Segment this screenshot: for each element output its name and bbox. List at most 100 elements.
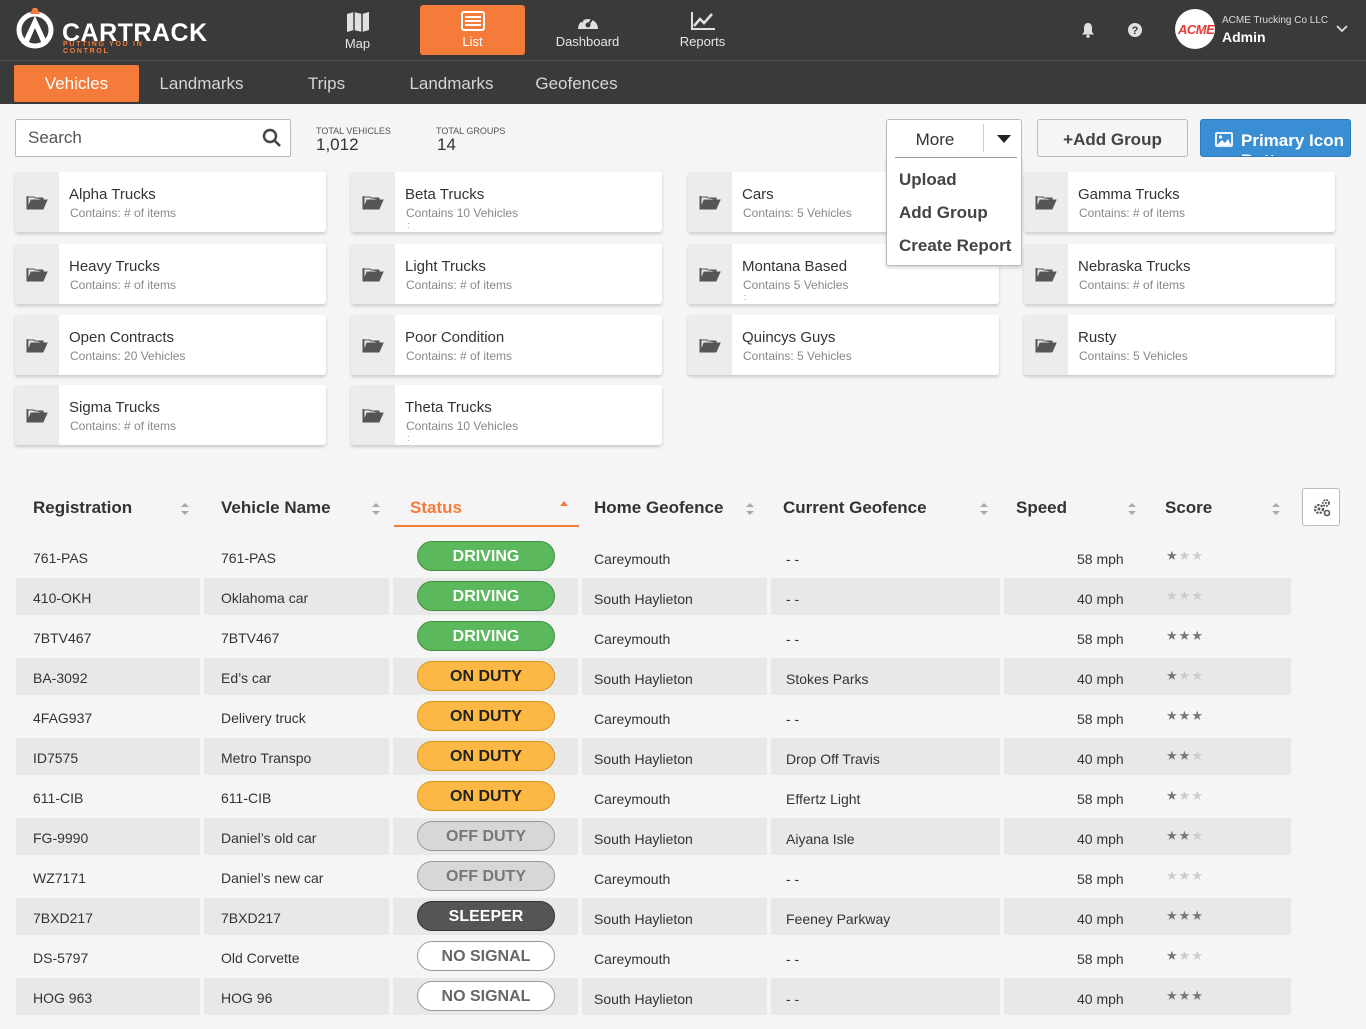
- star-icon: ★: [1191, 788, 1204, 803]
- tab-landmarks-2[interactable]: Landmarks: [389, 65, 514, 102]
- nav-dashboard[interactable]: Dashboard: [535, 5, 640, 55]
- table-row[interactable]: 611-CIB 611-CIB ON DUTY Careymouth Effertz L…: [0, 778, 1300, 815]
- sort-icon[interactable]: [1271, 502, 1281, 516]
- cell-speed: 40 mph: [1077, 671, 1124, 687]
- star-icon: ★: [1178, 788, 1192, 803]
- bell-icon[interactable]: [1080, 22, 1096, 38]
- company-name: ACME Trucking Co LLC: [1222, 15, 1329, 26]
- menu-item-upload[interactable]: Upload: [899, 170, 957, 190]
- cell-speed: 58 mph: [1077, 791, 1124, 807]
- caret-down-icon[interactable]: [997, 135, 1011, 143]
- cell-vehicle-name: Oklahoma car: [221, 590, 309, 606]
- folder-open-icon: [26, 409, 48, 423]
- more-button-label[interactable]: More: [887, 120, 983, 158]
- sort-icon[interactable]: [371, 502, 381, 516]
- tab-landmarks[interactable]: Landmarks: [139, 65, 264, 102]
- card-icon-box: [1024, 244, 1068, 304]
- group-card[interactable]: Sigma Trucks Contains: # of items: [15, 385, 326, 445]
- column-header-current-geofence[interactable]: Current Geofence: [783, 498, 927, 518]
- column-settings-button[interactable]: [1302, 488, 1340, 526]
- group-card[interactable]: Theta Trucks Contains 10 Vehicles:: [351, 385, 662, 445]
- folder-open-icon: [362, 268, 384, 282]
- table-row[interactable]: HOG 963 HOG 96 NO SIGNAL South Haylieton - -…: [0, 978, 1300, 1015]
- table-row[interactable]: ID7575 Metro Transpo ON DUTY South Haylieto…: [0, 738, 1300, 775]
- cell-registration: ID7575: [33, 750, 79, 766]
- sorted-column-underline: [394, 525, 579, 527]
- group-card[interactable]: Rusty Contains: 5 Vehicles: [1024, 315, 1335, 375]
- help-icon[interactable]: ?: [1127, 22, 1143, 38]
- group-name: Rusty: [1078, 329, 1117, 346]
- table-row[interactable]: 4FAG937 Delivery truck ON DUTY Careymouth - …: [0, 698, 1300, 735]
- group-card[interactable]: Alpha Trucks Contains: # of items: [15, 172, 326, 232]
- table-row[interactable]: DS-5797 Old Corvette NO SIGNAL Careymouth - …: [0, 938, 1300, 975]
- nav-reports[interactable]: Reports: [650, 5, 755, 55]
- group-more[interactable]: :: [744, 292, 747, 302]
- table-row[interactable]: 7BXD217 7BXD217 SLEEPER South Haylieton Feen…: [0, 898, 1300, 935]
- sort-icon[interactable]: [180, 502, 190, 516]
- star-icon: ★: [1191, 548, 1204, 563]
- folder-open-icon: [699, 268, 721, 282]
- group-card[interactable]: Gamma Trucks Contains: # of items: [1024, 172, 1335, 232]
- column-header-vehicle-name[interactable]: Vehicle Name: [221, 498, 331, 518]
- cartrack-logo-icon: [16, 8, 54, 49]
- sort-asc-icon[interactable]: [559, 500, 569, 508]
- table-row[interactable]: FG-9990 Daniel’s old car OFF DUTY South Hay…: [0, 818, 1300, 855]
- group-name: Theta Trucks: [405, 399, 492, 416]
- folder-open-icon: [699, 196, 721, 210]
- star-icon: ★: [1178, 708, 1192, 723]
- table-cell: [771, 538, 1000, 575]
- menu-item-create-report[interactable]: Create Report: [899, 236, 1011, 256]
- nav-list[interactable]: List: [420, 5, 525, 55]
- cartrack-logo[interactable]: CARTRACK PUTTING YOU IN CONTROL: [16, 6, 207, 55]
- score-stars: ★★★: [1166, 908, 1204, 924]
- group-card[interactable]: Quincys Guys Contains: 5 Vehicles: [688, 315, 999, 375]
- table-row[interactable]: 761-PAS 761-PAS DRIVING Careymouth - - 58 mph…: [0, 538, 1300, 575]
- table-row[interactable]: 7BTV467 7BTV467 DRIVING Careymouth - - 58 mph…: [0, 618, 1300, 655]
- tab-vehicles[interactable]: Vehicles: [14, 65, 139, 102]
- group-card[interactable]: Light Trucks Contains: # of items: [351, 244, 662, 304]
- column-header-score[interactable]: Score: [1165, 498, 1212, 518]
- tab-geofences[interactable]: Geofences: [514, 65, 639, 102]
- group-name: Open Contracts: [69, 329, 175, 346]
- cell-home-geofence: South Haylieton: [594, 991, 693, 1007]
- nav-map[interactable]: Map: [305, 5, 410, 55]
- folder-open-icon: [26, 339, 48, 353]
- group-card[interactable]: Heavy Trucks Contains: # of items: [15, 244, 326, 304]
- menu-item-add-group[interactable]: Add Group: [899, 203, 988, 223]
- group-name: Quincys Guys: [742, 329, 836, 346]
- sub-nav: Vehicles Landmarks Trips Landmarks Geofe…: [0, 60, 1366, 104]
- table-row[interactable]: WZ7171 Daniel’s new car OFF DUTY Careymouth…: [0, 858, 1300, 895]
- column-header-registration[interactable]: Registration: [33, 498, 132, 518]
- group-count: Contains: # of items: [70, 206, 177, 220]
- company-avatar[interactable]: ACME: [1175, 9, 1215, 49]
- star-icon: ★: [1166, 708, 1179, 723]
- star-icon: ★: [1166, 948, 1179, 963]
- sort-icon[interactable]: [745, 502, 755, 516]
- tab-trips[interactable]: Trips: [264, 65, 389, 102]
- more-dropdown[interactable]: More: [886, 119, 1022, 157]
- group-card[interactable]: Open Contracts Contains: 20 Vehicles: [15, 315, 326, 375]
- column-header-speed[interactable]: Speed: [1016, 498, 1067, 518]
- cell-registration: 4FAG937: [33, 710, 93, 726]
- sort-icon[interactable]: [1127, 502, 1137, 516]
- group-card[interactable]: Nebraska Trucks Contains: # of items: [1024, 244, 1335, 304]
- group-card[interactable]: Poor Condition Contains: # of items: [351, 315, 662, 375]
- group-name: Nebraska Trucks: [1078, 258, 1191, 275]
- chevron-down-icon[interactable]: [1336, 25, 1348, 33]
- table-cell: [771, 938, 1000, 975]
- add-group-label: Add Group: [1073, 130, 1162, 149]
- search-icon[interactable]: [262, 128, 282, 148]
- cell-registration: 7BTV467: [33, 630, 92, 646]
- add-group-button[interactable]: +Add Group: [1037, 119, 1188, 157]
- cell-registration: DS-5797: [33, 950, 89, 966]
- group-more[interactable]: :: [407, 433, 410, 443]
- column-header-status[interactable]: Status: [410, 498, 462, 518]
- table-row[interactable]: BA-3092 Ed’s car ON DUTY South Haylieton Sto…: [0, 658, 1300, 695]
- group-more[interactable]: :: [407, 220, 410, 230]
- primary-icon-button[interactable]: Primary Icon Button: [1200, 119, 1351, 157]
- group-card[interactable]: Beta Trucks Contains 10 Vehicles:: [351, 172, 662, 232]
- sort-icon[interactable]: [979, 502, 989, 516]
- table-row[interactable]: 410-OKH Oklahoma car DRIVING South Haylieto…: [0, 578, 1300, 615]
- column-header-home-geofence[interactable]: Home Geofence: [594, 498, 723, 518]
- search-input[interactable]: [16, 120, 256, 156]
